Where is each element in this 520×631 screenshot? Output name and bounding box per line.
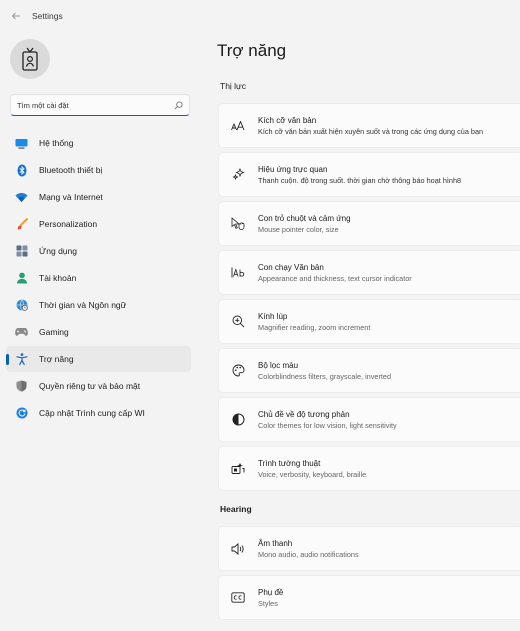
sidebar-item-label: Cập nhật Trình cung cấp WI bbox=[39, 408, 145, 418]
brush-icon bbox=[15, 218, 28, 231]
captions-icon bbox=[231, 591, 245, 605]
setting-title: Âm thanh bbox=[258, 538, 293, 548]
title-bar: Settings bbox=[0, 0, 520, 32]
setting-title: Kính lúp bbox=[258, 311, 288, 321]
setting-captions[interactable]: Phụ đề Styles bbox=[218, 575, 520, 620]
sidebar-item-bluetooth[interactable]: Bluetooth thiết bị bbox=[6, 157, 191, 183]
apps-icon bbox=[15, 245, 28, 258]
page-title: Trợ năng bbox=[217, 41, 287, 60]
user-badge-icon bbox=[22, 47, 38, 71]
setting-title: Phụ đề bbox=[258, 587, 284, 597]
sidebar-nav: Hệ thống Bluetooth thiết bị Mạng và Inte… bbox=[6, 130, 191, 427]
bluetooth-icon bbox=[15, 164, 28, 177]
setting-subtitle: Thanh cuộn. độ trong suốt. thời gian chờ… bbox=[258, 175, 462, 185]
contrast-icon bbox=[231, 413, 245, 427]
wifi-icon bbox=[15, 191, 28, 204]
setting-subtitle: Voice, verbosity, keyboard, braille bbox=[258, 469, 367, 479]
setting-title: Con trỏ chuột và cảm ứng bbox=[258, 213, 351, 223]
setting-subtitle: Mouse pointer color, size bbox=[258, 224, 339, 234]
avatar[interactable] bbox=[10, 39, 50, 79]
setting-title: Hiệu ứng trực quan bbox=[258, 164, 328, 174]
monitor-icon bbox=[15, 137, 28, 150]
setting-subtitle: Color themes for low vision, light sensi… bbox=[258, 420, 397, 430]
setting-text-size[interactable]: Kích cỡ văn bản Kích cỡ văn bản xuất hiệ… bbox=[218, 103, 520, 148]
sidebar-item-windows-update[interactable]: Cập nhật Trình cung cấp WI bbox=[6, 400, 191, 426]
accessibility-icon bbox=[15, 353, 28, 366]
search-box[interactable] bbox=[10, 94, 190, 116]
narrator-icon bbox=[231, 462, 245, 476]
setting-text-cursor[interactable]: Con chạy Văn bản Appearance and thicknes… bbox=[218, 250, 520, 295]
vision-section-heading: Thị lực bbox=[220, 81, 246, 91]
update-icon bbox=[15, 407, 28, 420]
sidebar-item-label: Personalization bbox=[39, 219, 98, 229]
sidebar-item-label: Hệ thống bbox=[39, 138, 74, 148]
text-cursor-icon bbox=[231, 266, 245, 280]
gamepad-icon bbox=[15, 326, 28, 339]
sidebar-item-system[interactable]: Hệ thống bbox=[6, 130, 191, 156]
sidebar-item-label: Mạng và Internet bbox=[39, 192, 103, 202]
shield-icon bbox=[15, 380, 28, 393]
sidebar-item-label: Tài khoản bbox=[39, 273, 77, 283]
magnifier-icon bbox=[231, 315, 245, 329]
text-size-icon bbox=[231, 119, 245, 133]
setting-contrast-themes[interactable]: Chủ đề về độ tương phản Color themes for… bbox=[218, 397, 520, 442]
palette-icon bbox=[231, 364, 245, 378]
setting-title: Chủ đề về độ tương phản bbox=[258, 409, 350, 419]
setting-mouse-pointer[interactable]: Con trỏ chuột và cảm ứng Mouse pointer c… bbox=[218, 201, 520, 246]
sidebar-item-apps[interactable]: Ứng dụng bbox=[6, 238, 191, 264]
setting-title: Bộ lọc màu bbox=[258, 360, 299, 370]
search-input[interactable] bbox=[17, 100, 173, 110]
sidebar-item-label: Trợ năng bbox=[39, 354, 74, 364]
setting-audio[interactable]: Âm thanh Mono audio, audio notifications bbox=[218, 526, 520, 571]
sidebar-item-label: Bluetooth thiết bị bbox=[39, 165, 103, 175]
sidebar-item-label: Gaming bbox=[39, 327, 69, 337]
setting-subtitle: Styles bbox=[258, 598, 278, 608]
setting-title: Trình tường thuật bbox=[258, 458, 321, 468]
sidebar-item-network[interactable]: Mạng và Internet bbox=[6, 184, 191, 210]
search-icon[interactable] bbox=[173, 100, 183, 110]
main-content: Trợ năng Thị lực Kích cỡ văn bản Kích cỡ… bbox=[210, 32, 520, 631]
setting-title: Kích cỡ văn bản bbox=[258, 115, 317, 125]
app-title: Settings bbox=[32, 11, 63, 21]
sidebar-item-gaming[interactable]: Gaming bbox=[6, 319, 191, 345]
sidebar-item-label: Ứng dụng bbox=[39, 246, 77, 256]
setting-subtitle: Kích cỡ văn bản xuất hiện xuyên suốt và … bbox=[258, 126, 484, 136]
setting-visual-effects[interactable]: Hiệu ứng trực quan Thanh cuộn. độ trong … bbox=[218, 152, 520, 197]
setting-magnifier[interactable]: Kính lúp Magnifier reading, zoom increme… bbox=[218, 299, 520, 344]
sparkle-icon bbox=[231, 168, 245, 182]
active-indicator bbox=[6, 354, 9, 365]
setting-subtitle: Appearance and thickness, text cursor in… bbox=[258, 273, 412, 283]
setting-title: Con chạy Văn bản bbox=[258, 262, 324, 272]
speaker-icon bbox=[231, 542, 245, 556]
sidebar-item-personalization[interactable]: Personalization bbox=[6, 211, 191, 237]
sidebar-item-accessibility[interactable]: Trợ năng bbox=[6, 346, 191, 372]
sidebar-item-label: Thời gian và Ngôn ngữ bbox=[39, 300, 127, 310]
sidebar-item-label: Quyền riêng tư và bảo mật bbox=[39, 381, 141, 391]
setting-subtitle: Mono audio, audio notifications bbox=[258, 549, 359, 559]
hearing-section-heading: Hearing bbox=[220, 504, 252, 514]
sidebar: Hệ thống Bluetooth thiết bị Mạng và Inte… bbox=[0, 32, 200, 631]
mouse-pointer-icon bbox=[231, 217, 245, 231]
account-icon bbox=[15, 272, 28, 285]
back-arrow-icon bbox=[11, 12, 20, 20]
sidebar-item-time-language[interactable]: Thời gian và Ngôn ngữ bbox=[6, 292, 191, 318]
setting-narrator[interactable]: Trình tường thuật Voice, verbosity, keyb… bbox=[218, 446, 520, 491]
setting-subtitle: Magnifier reading, zoom increment bbox=[258, 322, 371, 332]
back-button[interactable] bbox=[2, 2, 30, 30]
sidebar-item-accounts[interactable]: Tài khoản bbox=[6, 265, 191, 291]
setting-subtitle: Colorblindness filters, grayscale, inver… bbox=[258, 371, 392, 381]
setting-color-filters[interactable]: Bộ lọc màu Colorblindness filters, grays… bbox=[218, 348, 520, 393]
sidebar-item-privacy[interactable]: Quyền riêng tư và bảo mật bbox=[6, 373, 191, 399]
globe-clock-icon bbox=[15, 299, 28, 312]
